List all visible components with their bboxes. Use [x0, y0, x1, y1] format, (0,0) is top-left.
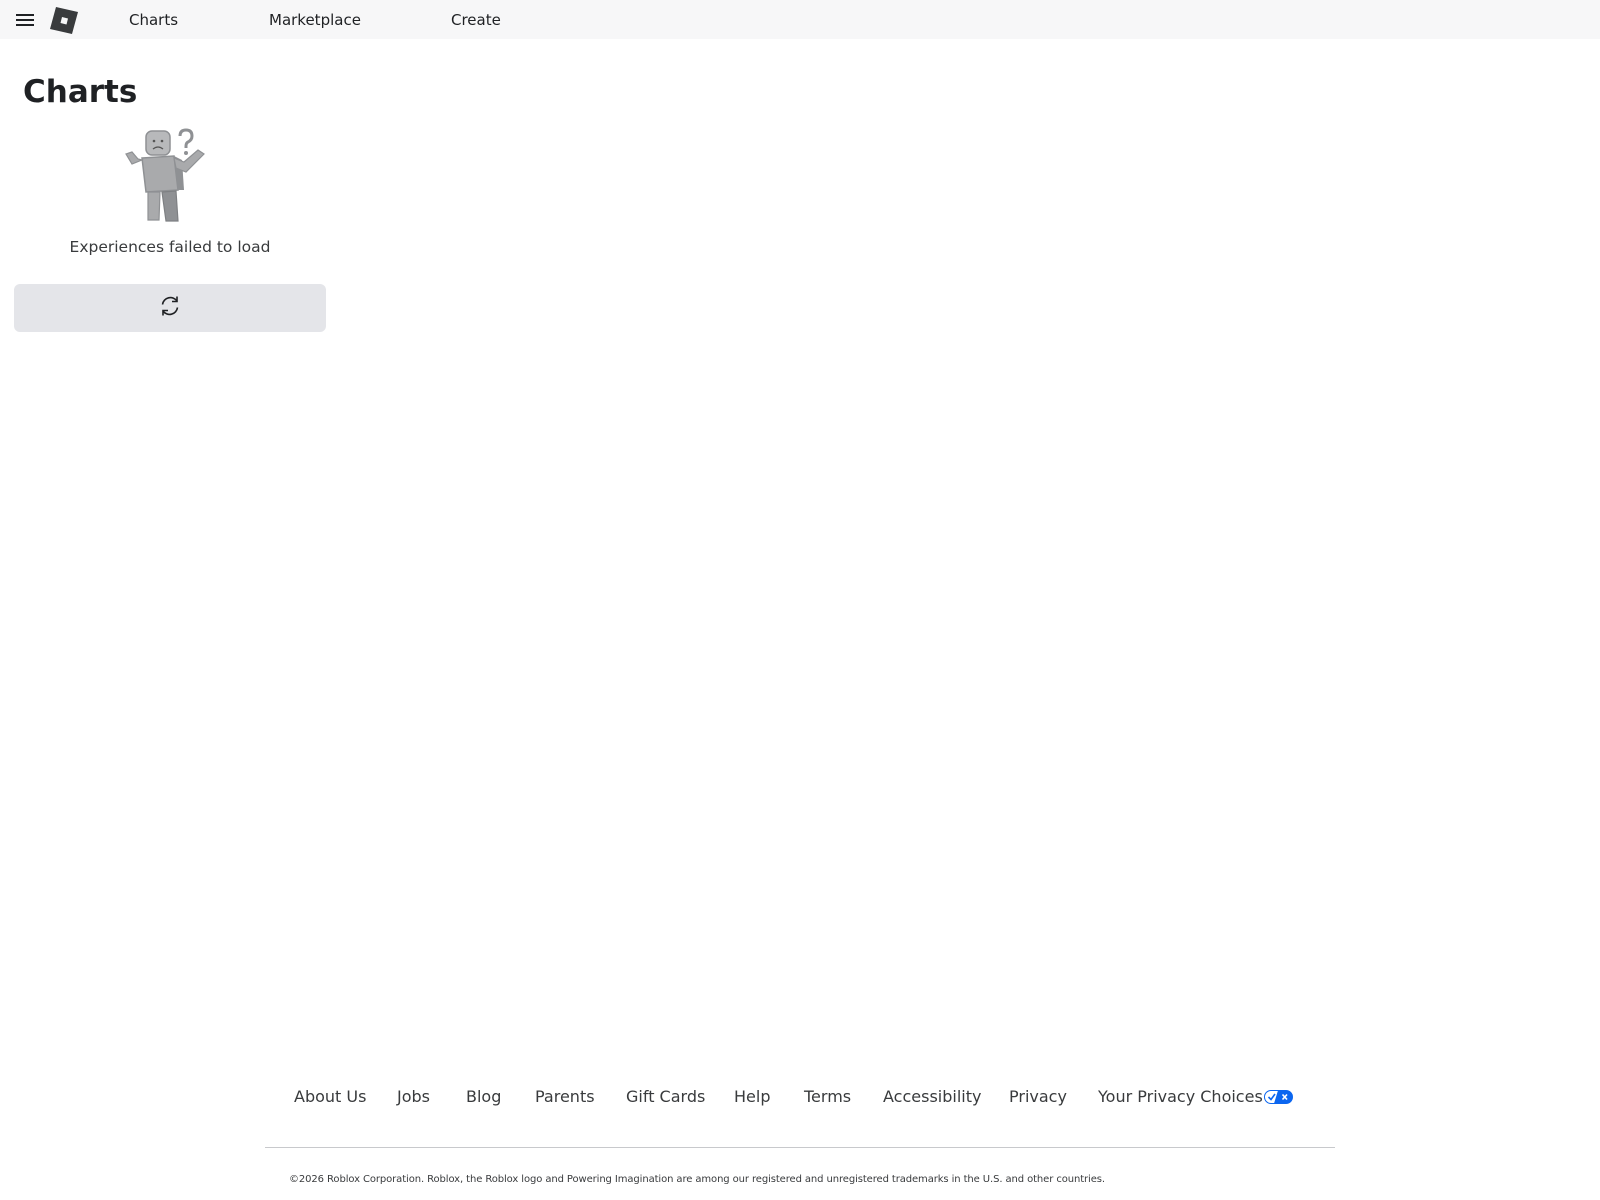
privacy-choices-label: Your Privacy Choices	[1098, 1087, 1263, 1106]
footer-divider	[265, 1147, 1335, 1148]
error-message: Experiences failed to load	[69, 238, 271, 256]
footer-links: About Us Jobs Blog Parents Gift Cards He…	[0, 1087, 1600, 1111]
top-nav-bar: Charts Marketplace Create	[0, 0, 1600, 39]
nav-link-create[interactable]: Create	[451, 11, 501, 29]
footer-link-jobs[interactable]: Jobs	[397, 1087, 430, 1106]
footer-link-privacy[interactable]: Privacy	[1009, 1087, 1067, 1106]
hamburger-menu-icon[interactable]	[14, 10, 36, 30]
footer-link-gift-cards[interactable]: Gift Cards	[626, 1087, 705, 1106]
footer-link-blog[interactable]: Blog	[466, 1087, 501, 1106]
footer-link-parents[interactable]: Parents	[535, 1087, 595, 1106]
copyright-notice: ©2026 Roblox Corporation. Roblox, the Ro…	[289, 1174, 1105, 1185]
nav-link-marketplace[interactable]: Marketplace	[269, 11, 361, 29]
page-title: Charts	[23, 74, 138, 110]
confused-avatar-icon	[124, 126, 214, 224]
footer-link-help[interactable]: Help	[734, 1087, 770, 1106]
footer-link-accessibility[interactable]: Accessibility	[883, 1087, 981, 1106]
footer-link-about-us[interactable]: About Us	[294, 1087, 366, 1106]
footer-link-terms[interactable]: Terms	[804, 1087, 851, 1106]
reload-button[interactable]	[14, 284, 326, 332]
refresh-icon	[158, 294, 182, 322]
privacy-choices-icon	[1263, 1089, 1293, 1104]
roblox-logo[interactable]	[48, 5, 79, 36]
footer-link-your-privacy-choices[interactable]: Your Privacy Choices	[1098, 1087, 1293, 1106]
nav-link-charts[interactable]: Charts	[129, 11, 178, 29]
